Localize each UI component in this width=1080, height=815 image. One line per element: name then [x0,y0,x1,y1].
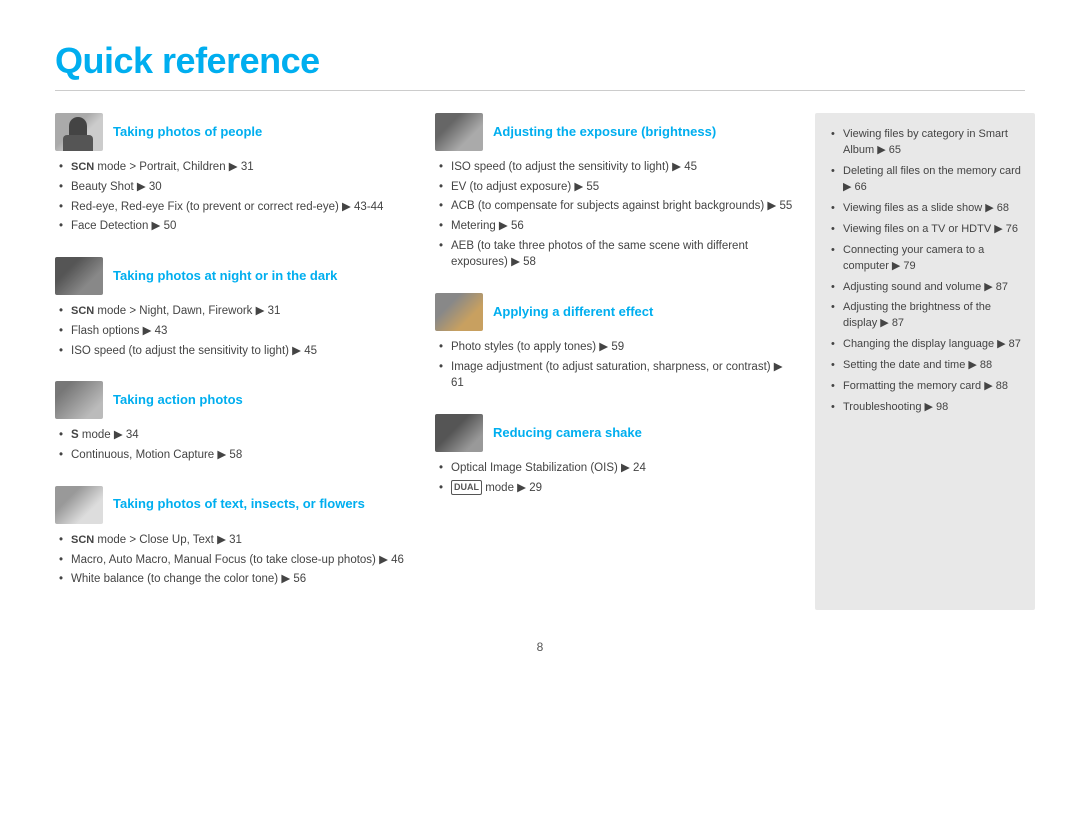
section-people-header: Taking photos of people [55,113,415,151]
section-shake: Reducing camera shake Optical Image Stab… [435,414,795,496]
section-action-title: Taking action photos [113,392,243,409]
section-people-img [55,113,103,151]
list-item: Formatting the memory card ▶ 88 [831,379,1021,395]
section-effect-title: Applying a different effect [493,304,653,321]
list-item: Troubleshooting ▶ 98 [831,400,1021,416]
page-title: Quick reference [55,40,1025,82]
list-item: SCN mode > Close Up, Text ▶ 31 [59,532,415,549]
list-item: Viewing files as a slide show ▶ 68 [831,201,1021,217]
list-item: Beauty Shot ▶ 30 [59,179,415,196]
section-macro-img [55,486,103,524]
section-macro-title: Taking photos of text, insects, or flowe… [113,496,365,513]
list-item: Photo styles (to apply tones) ▶ 59 [439,339,795,356]
title-divider [55,90,1025,91]
section-effect-header: Applying a different effect [435,293,795,331]
list-item: Optical Image Stabilization (OIS) ▶ 24 [439,460,795,477]
section-night-img [55,257,103,295]
section-shake-title: Reducing camera shake [493,425,642,442]
section-people-title: Taking photos of people [113,124,262,141]
section-shake-header: Reducing camera shake [435,414,795,452]
list-item: Face Detection ▶ 50 [59,218,415,235]
column-2: Adjusting the exposure (brightness) ISO … [435,113,815,610]
list-item: Metering ▶ 56 [439,218,795,235]
list-item: Deleting all files on the memory card ▶ … [831,164,1021,196]
list-item: Macro, Auto Macro, Manual Focus (to take… [59,552,415,569]
list-item: SCN mode > Night, Dawn, Firework ▶ 31 [59,303,415,320]
section-effect-list: Photo styles (to apply tones) ▶ 59 Image… [435,339,795,392]
section-effect-img [435,293,483,331]
list-item: Adjusting the brightness of the display … [831,300,1021,332]
section-shake-img [435,414,483,452]
section-exposure-title: Adjusting the exposure (brightness) [493,124,716,141]
list-item: DUAL mode ▶ 29 [439,480,795,497]
column-1: Taking photos of people SCN mode > Portr… [55,113,435,610]
section-night: Taking photos at night or in the dark SC… [55,257,415,359]
sidebar-list: Viewing files by category in Smart Album… [831,127,1021,416]
list-item: SCN mode > Portrait, Children ▶ 31 [59,159,415,176]
section-shake-list: Optical Image Stabilization (OIS) ▶ 24 D… [435,460,795,496]
section-macro-list: SCN mode > Close Up, Text ▶ 31 Macro, Au… [55,532,415,588]
list-item: Viewing files on a TV or HDTV ▶ 76 [831,222,1021,238]
section-action-header: Taking action photos [55,381,415,419]
list-item: ACB (to compensate for subjects against … [439,198,795,215]
page-wrapper: Quick reference Taking photos of people … [0,0,1080,684]
list-item: Connecting your camera to a computer ▶ 7… [831,243,1021,275]
content-grid: Taking photos of people SCN mode > Portr… [55,113,1025,610]
section-action-img [55,381,103,419]
section-exposure-header: Adjusting the exposure (brightness) [435,113,795,151]
list-item: AEB (to take three photos of the same sc… [439,238,795,271]
section-effect: Applying a different effect Photo styles… [435,293,795,392]
section-night-title: Taking photos at night or in the dark [113,268,337,285]
section-action: Taking action photos S mode ▶ 34 Continu… [55,381,415,463]
list-item: Red-eye, Red-eye Fix (to prevent or corr… [59,199,415,216]
section-exposure-img [435,113,483,151]
list-item: ISO speed (to adjust the sensitivity to … [439,159,795,176]
list-item: Setting the date and time ▶ 88 [831,358,1021,374]
list-item: Image adjustment (to adjust saturation, … [439,359,795,392]
section-action-list: S mode ▶ 34 Continuous, Motion Capture ▶… [55,427,415,463]
page-number: 8 [55,640,1025,654]
list-item: Continuous, Motion Capture ▶ 58 [59,447,415,464]
section-exposure: Adjusting the exposure (brightness) ISO … [435,113,795,271]
section-macro: Taking photos of text, insects, or flowe… [55,486,415,588]
section-exposure-list: ISO speed (to adjust the sensitivity to … [435,159,795,271]
list-item: EV (to adjust exposure) ▶ 55 [439,179,795,196]
list-item: White balance (to change the color tone)… [59,571,415,588]
column-3-sidebar: Viewing files by category in Smart Album… [815,113,1035,610]
section-night-list: SCN mode > Night, Dawn, Firework ▶ 31 Fl… [55,303,415,359]
list-item: ISO speed (to adjust the sensitivity to … [59,343,415,360]
section-macro-header: Taking photos of text, insects, or flowe… [55,486,415,524]
section-night-header: Taking photos at night or in the dark [55,257,415,295]
list-item: Flash options ▶ 43 [59,323,415,340]
section-people: Taking photos of people SCN mode > Portr… [55,113,415,235]
list-item: S mode ▶ 34 [59,427,415,444]
list-item: Adjusting sound and volume ▶ 87 [831,280,1021,296]
section-people-list: SCN mode > Portrait, Children ▶ 31 Beaut… [55,159,415,235]
list-item: Changing the display language ▶ 87 [831,337,1021,353]
list-item: Viewing files by category in Smart Album… [831,127,1021,159]
